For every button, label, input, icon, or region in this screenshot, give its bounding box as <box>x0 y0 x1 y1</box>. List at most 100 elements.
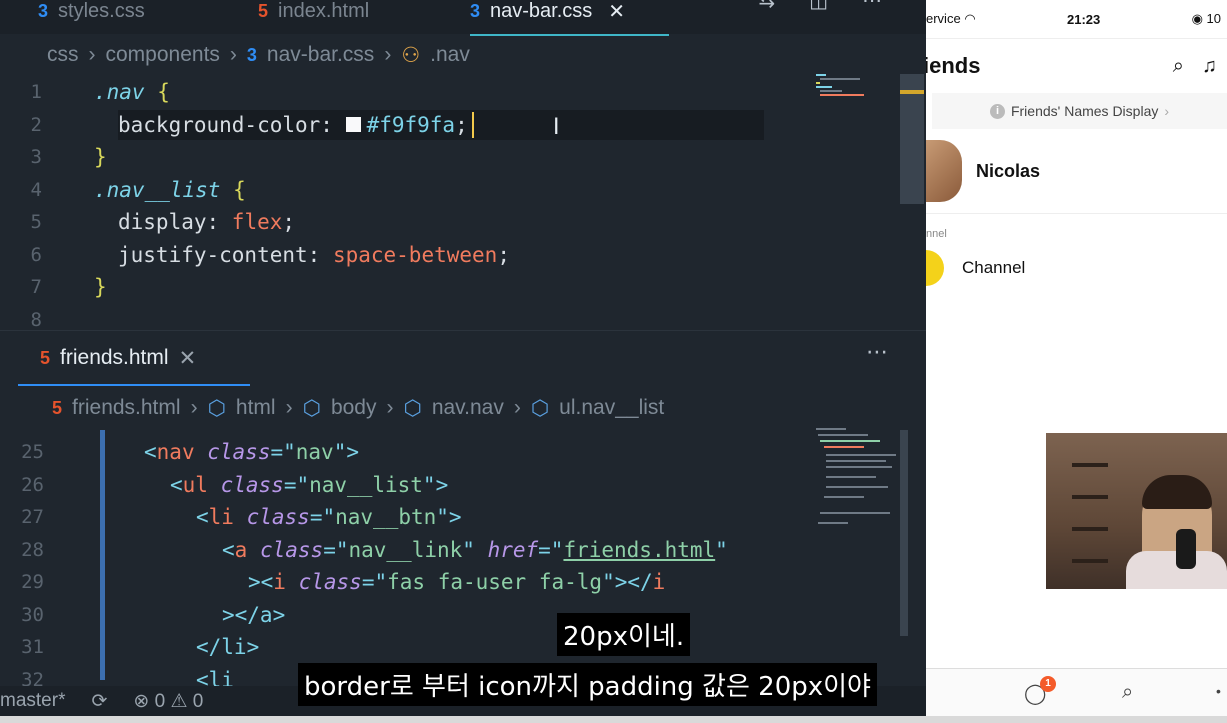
search-icon[interactable]: ⌕ <box>1173 55 1184 78</box>
shelf <box>1072 495 1108 499</box>
semicolon: ; <box>497 242 510 267</box>
tab-styles-css[interactable]: 3 styles.css <box>38 0 145 34</box>
code-line: 25 <nav class="nav"> <box>0 436 900 469</box>
my-profile-row[interactable]: Nicolas <box>926 129 1227 214</box>
tab-friends-html[interactable]: 5 friends.html ✕ <box>18 332 250 386</box>
phone-preview: ervice ◠ 21:23 ◉ 10 iends ⌕ ♫ i Friends'… <box>926 0 1227 723</box>
info-icon: i <box>989 103 1005 119</box>
breadcrumb: 5 friends.html › ⬡ html › ⬡ body › ⬡ nav… <box>52 395 664 421</box>
section-label: nnel <box>926 228 947 240</box>
problems-indicator[interactable]: ⊗ 0 ⚠ 0 <box>133 690 203 713</box>
brace: } <box>94 275 107 300</box>
css-selector: .nav__list <box>94 177 221 202</box>
breadcrumb-item[interactable]: html <box>236 396 276 420</box>
element-icon: ⬡ <box>530 396 550 420</box>
code-line: 31 </li> <box>0 631 900 664</box>
line-number: 26 <box>21 473 44 496</box>
tab-nav-bar-css[interactable]: 3 nav-bar.css ✕ <box>470 0 670 36</box>
breadcrumb-item[interactable]: nav.nav <box>432 396 504 420</box>
line-number: 6 <box>30 243 42 266</box>
scroll-marker <box>900 90 924 94</box>
more-actions-icon[interactable]: ⋯ <box>866 340 888 365</box>
line-number: 28 <box>21 538 44 561</box>
profile-name: Nicolas <box>976 160 1041 181</box>
code-line: 26 <ul class="nav__list"> <box>0 469 900 502</box>
sync-icon[interactable]: ⟳ <box>91 690 107 713</box>
breadcrumb-item[interactable]: ul.nav__list <box>559 396 664 420</box>
minimap[interactable] <box>814 426 900 546</box>
line-number: 1 <box>30 81 42 104</box>
breadcrumb-item[interactable]: .nav <box>430 43 470 67</box>
breadcrumb-item[interactable]: components <box>106 43 220 67</box>
git-branch[interactable]: master* <box>0 690 65 712</box>
chevron-right-icon: › <box>1164 103 1170 119</box>
app-header: iends ⌕ ♫ <box>926 39 1227 93</box>
breadcrumb-item[interactable]: friends.html <box>72 396 181 420</box>
scrollbar[interactable] <box>900 430 908 636</box>
html-file-icon: 5 <box>52 397 63 418</box>
code-line: 28 <a class="nav__link" href="friends.htm… <box>0 534 900 567</box>
css-value: flex <box>231 210 283 235</box>
line-number: 30 <box>21 603 44 626</box>
friends-names-display-link[interactable]: i Friends' Names Display › <box>932 93 1227 129</box>
html-code-area[interactable]: 25 <nav class="nav"> 26 <ul class="nav__li… <box>0 436 900 696</box>
css-property: background-color: <box>118 112 346 137</box>
channel-row[interactable]: Channel <box>926 240 1227 296</box>
ios-status-bar: ervice ◠ 21:23 ◉ 10 <box>926 0 1227 39</box>
css-value: #f9f9fa <box>366 112 456 137</box>
code-line: 4 .nav__list { <box>0 174 900 207</box>
shelf <box>1072 527 1108 531</box>
color-swatch[interactable] <box>345 117 361 133</box>
editor-tab-bar: 3 styles.css 5 index.html 3 nav-bar.css … <box>0 0 926 36</box>
line-number: 27 <box>21 506 44 529</box>
css-property: display: <box>118 210 232 235</box>
chevron-right-icon: › <box>513 396 521 419</box>
pane-divider[interactable] <box>0 330 926 331</box>
code-line: 7 } <box>0 271 900 304</box>
carrier-label: ervice <box>926 11 961 26</box>
minimap[interactable] <box>814 72 900 132</box>
error-icon: ⊗ <box>133 690 150 712</box>
code-line: 30 ></a> <box>0 599 900 632</box>
warning-icon: ⚠ <box>170 690 188 712</box>
more-icon[interactable]: • <box>1216 683 1221 699</box>
compare-icon[interactable]: ⇆ <box>758 0 775 12</box>
chevron-right-icon: › <box>386 396 394 419</box>
split-editor-icon[interactable]: ◫ <box>809 0 828 12</box>
breadcrumb-item[interactable]: css <box>47 43 79 67</box>
element-icon: ⬡ <box>302 396 321 420</box>
breadcrumb: css › components › 3 nav-bar.css › ⚇ .na… <box>47 42 470 68</box>
close-icon[interactable]: ✕ <box>179 346 197 371</box>
webcam-overlay <box>1046 433 1227 589</box>
ibeam-cursor-icon: I <box>553 115 560 140</box>
element-icon: ⬡ <box>207 396 226 420</box>
brace: { <box>157 80 170 105</box>
code-line: 29 ><i class="fas fa-user fa-lg"></i <box>0 566 900 599</box>
code-line: 3 } <box>0 141 900 174</box>
page-title: iends <box>926 53 981 78</box>
music-icon[interactable]: ♫ <box>1202 55 1217 78</box>
css-selector: .nav <box>94 80 145 105</box>
notification-badge: 1 <box>1040 676 1056 692</box>
search-icon[interactable]: ⌕ <box>1122 681 1133 704</box>
app-tab-bar: ◯ ⌕ • <box>926 668 1227 717</box>
clock: 21:23 <box>1066 11 1101 27</box>
text-cursor <box>471 111 474 138</box>
channel-icon <box>926 250 944 286</box>
css-file-icon: 3 <box>470 0 481 21</box>
shelf <box>1072 463 1108 467</box>
line-number: 29 <box>21 571 44 594</box>
css-code-area[interactable]: 1 .nav { 2 background-color: #f9f9fa ; 3… <box>0 76 900 336</box>
close-icon[interactable]: ✕ <box>608 0 625 24</box>
breadcrumb-item[interactable]: body <box>331 396 377 420</box>
css-file-icon: 3 <box>38 0 49 21</box>
editor-actions: ⇆ ◫ ⋯ <box>758 0 882 12</box>
breadcrumb-item[interactable]: nav-bar.css <box>267 43 374 67</box>
more-actions-icon[interactable]: ⋯ <box>862 0 882 12</box>
tab-index-html[interactable]: 5 index.html <box>258 0 369 34</box>
wifi-icon: ◠ <box>964 11 976 26</box>
presenter-hair <box>1142 475 1212 509</box>
code-line-current: 2 background-color: #f9f9fa ; <box>0 109 900 142</box>
chevron-right-icon: › <box>229 43 237 66</box>
scrollbar[interactable] <box>900 74 924 204</box>
